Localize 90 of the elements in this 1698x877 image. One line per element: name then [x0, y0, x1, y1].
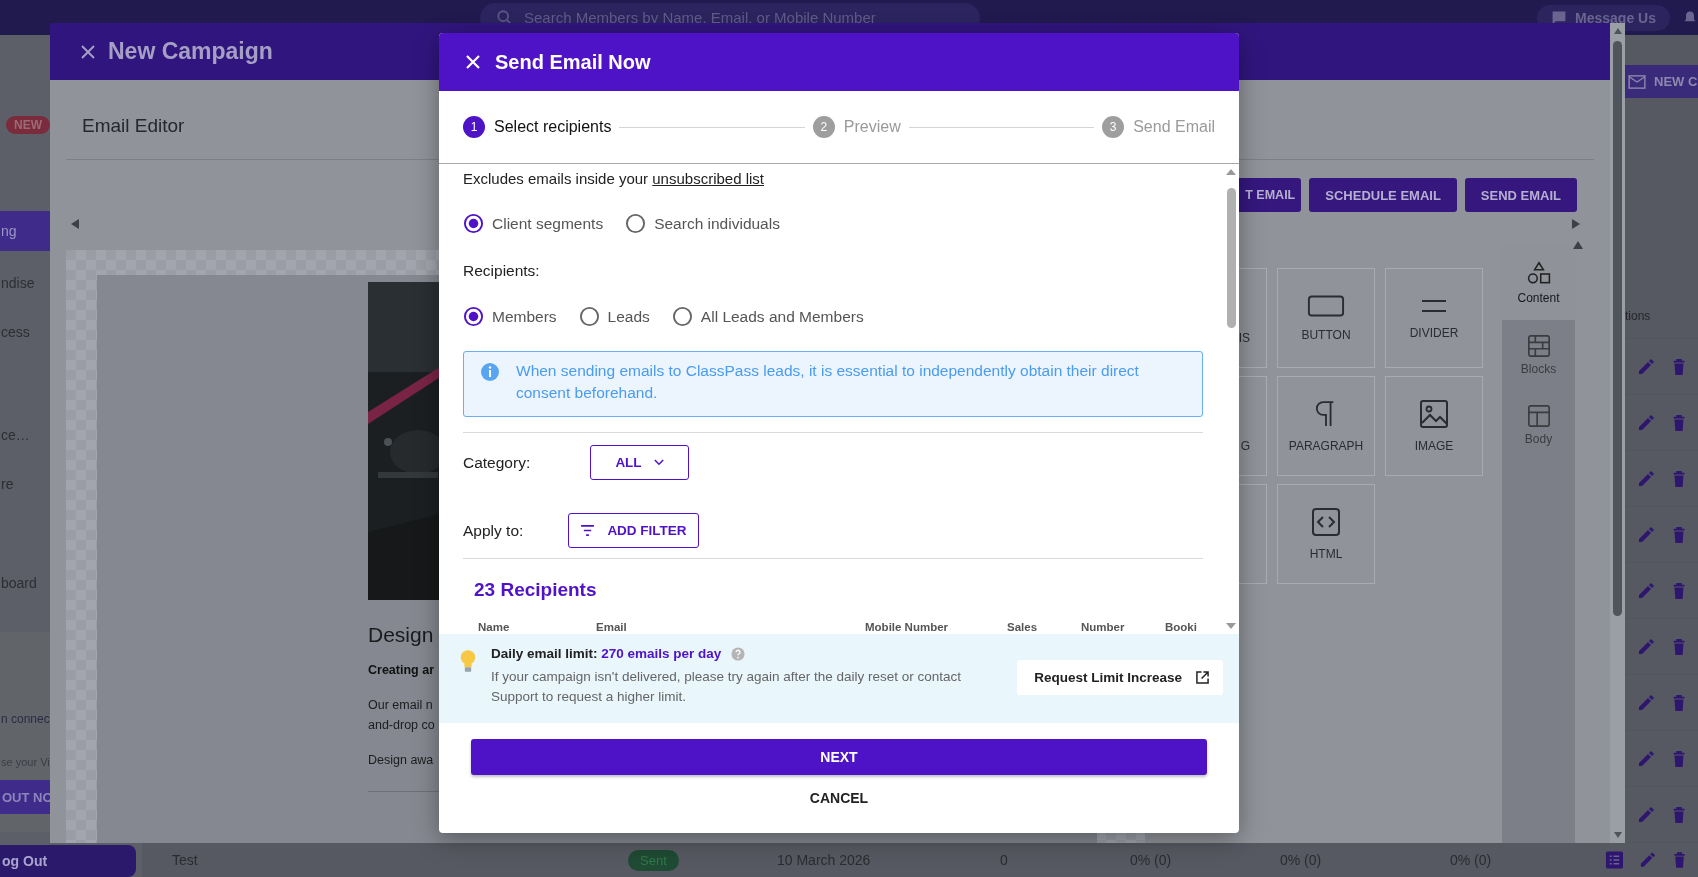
radio-option[interactable]: All Leads and Members	[671, 306, 864, 327]
notice-text: Excludes emails inside your unsubscribed list	[463, 170, 765, 187]
promo-text: n connec	[0, 712, 51, 726]
pencil-icon[interactable]	[1636, 468, 1656, 489]
scroll-up-icon[interactable]	[1225, 168, 1237, 176]
code-icon	[1311, 507, 1341, 537]
pencil-icon[interactable]	[1636, 524, 1656, 545]
pencil-icon[interactable]	[1636, 356, 1656, 377]
step-number: 3	[1102, 116, 1125, 138]
radio-option[interactable]: Members	[463, 306, 557, 327]
new-badge: NEW	[6, 116, 50, 134]
request-limit-button[interactable]: Request Limit Increase	[1017, 660, 1223, 695]
side-tab[interactable]: Content	[1502, 246, 1575, 320]
tool-tile[interactable]: IMAGE	[1385, 376, 1483, 476]
recipients-label: Recipients:	[463, 262, 541, 280]
external-link-icon	[1196, 671, 1209, 684]
left-arrow-icon[interactable]	[70, 218, 80, 230]
image-icon	[1419, 399, 1449, 429]
action-button[interactable]: SEND EMAIL	[1464, 178, 1577, 212]
button-shape-icon	[1307, 294, 1345, 318]
scroll-thumb[interactable]	[1226, 188, 1236, 328]
alert-text: When sending emails to ClassPass leads, it is essential to independently obtain their direct consent beforehand.	[516, 361, 1140, 403]
tool-tile[interactable]: PARAGRAPH	[1277, 376, 1375, 476]
category-label: Category:	[463, 453, 532, 472]
column-header: Sales	[1007, 621, 1039, 633]
radio-icon[interactable]	[671, 306, 693, 327]
info-icon	[480, 362, 500, 382]
section-title: Email Editor	[82, 115, 185, 137]
step-number: 2	[812, 116, 835, 138]
help-icon[interactable]	[731, 646, 746, 661]
scroll-thumb[interactable]	[1613, 41, 1622, 616]
radio-icon[interactable]	[625, 213, 647, 234]
apply-label: Apply to:	[463, 521, 525, 540]
layout-icon	[1526, 404, 1551, 428]
radio-option[interactable]: Leads	[578, 306, 650, 327]
email-text: Our email n	[368, 697, 434, 714]
column-header: Booki	[1165, 621, 1198, 633]
dialog-title: Send Email Now	[495, 50, 651, 74]
next-button[interactable]: NEXT	[471, 739, 1207, 775]
step-label: Send Email	[1133, 118, 1215, 136]
up-arrow-icon[interactable]	[1572, 240, 1584, 250]
email-text: Design awa	[368, 753, 435, 767]
scroll-down-icon[interactable]	[1225, 622, 1237, 630]
limit-heading: Daily email limit: 270 emails per day	[491, 646, 722, 661]
pencil-icon[interactable]	[1636, 412, 1656, 433]
email-heading: Design	[368, 623, 435, 647]
new-campaign-button[interactable]: NEW C	[1622, 65, 1698, 98]
pencil-icon[interactable]	[1636, 692, 1656, 713]
recipients-count: 23 Recipients	[474, 579, 598, 601]
pencil-icon[interactable]	[1636, 636, 1656, 657]
radio-option[interactable]: Search individuals	[625, 213, 780, 234]
column-header: Number	[1081, 621, 1126, 633]
column-header: Name	[478, 621, 511, 633]
radio-icon[interactable]	[463, 306, 484, 327]
lightbulb-icon	[459, 648, 477, 674]
limit-text: If your campaign isn't delivered, please try again after the daily reset or contact Support to request a higher limit.	[491, 668, 963, 706]
step-number: 1	[463, 116, 485, 138]
step-label: Preview	[843, 118, 901, 136]
email-text: and-drop co	[368, 717, 436, 734]
column-header: Mobile Number	[865, 621, 950, 633]
filter-icon	[580, 525, 596, 536]
tool-tile[interactable]: BUTTON	[1277, 268, 1375, 368]
close-button[interactable]	[80, 43, 96, 60]
step-label: Select recipients	[494, 118, 612, 136]
action-button[interactable]: SCHEDULE EMAIL	[1309, 178, 1457, 212]
tool-tile[interactable]: HTML	[1277, 484, 1375, 584]
scroll-up-icon[interactable]	[1612, 27, 1623, 35]
radio-option[interactable]: Client segments	[463, 213, 604, 234]
dialog-title: New Campaign	[108, 38, 273, 65]
right-arrow-icon[interactable]	[1571, 218, 1581, 230]
envelope-icon	[1628, 74, 1646, 89]
chat-icon	[1551, 9, 1568, 26]
radio-icon[interactable]	[463, 213, 484, 234]
bricks-icon	[1526, 334, 1551, 358]
scroll-down-icon[interactable]	[1612, 831, 1623, 839]
pencil-icon[interactable]	[1636, 580, 1656, 601]
logout-button[interactable]: og Out	[0, 845, 136, 877]
radio-icon[interactable]	[578, 306, 600, 327]
pencil-icon[interactable]	[1636, 804, 1656, 825]
list-icon[interactable]	[1605, 850, 1624, 870]
add-filter-button[interactable]: ADD FILTER	[568, 513, 699, 548]
cancel-button[interactable]: CANCEL	[803, 785, 875, 811]
category-dropdown[interactable]: ALL	[590, 445, 689, 480]
email-text: Creating ar	[368, 663, 435, 677]
tool-tile[interactable]: DIVIDER	[1385, 268, 1483, 368]
column-header: Email	[596, 621, 628, 633]
scrollbar[interactable]	[1610, 23, 1625, 843]
caret-icon	[653, 459, 664, 466]
unsubscribed-link[interactable]: unsubscribed list	[652, 170, 764, 187]
pencil-icon[interactable]	[1636, 748, 1656, 769]
